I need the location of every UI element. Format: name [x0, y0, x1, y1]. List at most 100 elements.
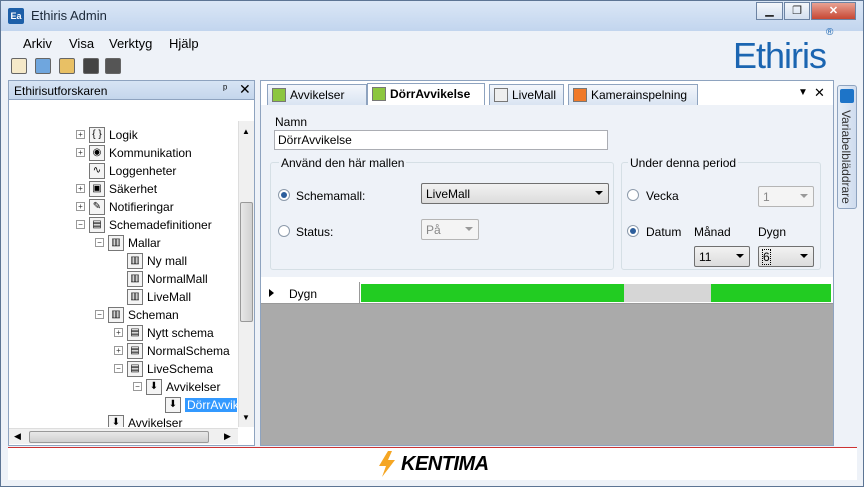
tree-node-label: Ny mall — [147, 254, 188, 268]
tab-dorravvikelse[interactable]: DörrAvvikelse — [367, 83, 485, 105]
date-label: Datum — [646, 225, 682, 239]
explorer-panel: Ethirisutforskaren ᵖ ✕ + { } Logik + ◉ Kommun… — [8, 80, 255, 446]
day-select[interactable]: 6 — [758, 246, 814, 267]
close-button[interactable]: ✕ — [811, 2, 856, 20]
month-select[interactable]: 11 — [694, 246, 750, 267]
tree-node-label: Avvikelser — [166, 380, 221, 394]
scroll-up-icon[interactable]: ▲ — [242, 127, 250, 136]
node-icon: ∿ — [89, 163, 105, 179]
tab-list-dropdown-icon[interactable]: ▼ — [798, 87, 808, 98]
expand-icon[interactable]: − — [114, 364, 123, 373]
kentima-logo: KENTIMA — [401, 453, 489, 475]
tree-node[interactable]: ⬇ DörrAvvik — [9, 396, 237, 414]
schedule-segment-off[interactable] — [624, 284, 712, 302]
tree-node[interactable]: ▥ LiveMall — [9, 288, 237, 306]
expand-icon[interactable]: + — [76, 184, 85, 193]
expand-icon[interactable]: − — [76, 220, 85, 229]
node-icon: ▤ — [127, 325, 143, 341]
expand-icon[interactable]: + — [76, 148, 85, 157]
name-input[interactable]: DörrAvvikelse — [274, 130, 608, 150]
maximize-button[interactable]: ❐ — [784, 2, 810, 20]
folder-open-icon[interactable] — [59, 58, 75, 74]
tree-node[interactable]: + { } Logik — [9, 126, 237, 144]
scroll-thumb[interactable] — [240, 202, 253, 322]
tree-node[interactable]: + ▤ Nytt schema — [9, 324, 237, 342]
tree-node-label: NormalMall — [147, 272, 208, 286]
pin-icon[interactable]: ᵖ — [223, 83, 227, 95]
tree-node-label: Scheman — [128, 308, 179, 322]
node-icon: ▥ — [108, 235, 124, 251]
menu-visa[interactable]: Visa — [69, 36, 94, 51]
save-all-icon[interactable] — [105, 58, 121, 74]
menu-verktyg[interactable]: Verktyg — [109, 36, 152, 51]
tree-node-label: Avvikelser — [128, 416, 183, 427]
close-tab-icon[interactable]: ✕ — [814, 85, 825, 101]
expand-icon[interactable]: + — [76, 202, 85, 211]
tree-node[interactable]: − ▤ LiveSchema — [9, 360, 237, 378]
tree-node[interactable]: − ▥ Mallar — [9, 234, 237, 252]
tree-node[interactable]: + ◉ Kommunikation — [9, 144, 237, 162]
settings-icon[interactable] — [35, 58, 51, 74]
expand-icon[interactable]: − — [133, 382, 142, 391]
scroll-left-icon[interactable]: ◀ — [14, 431, 21, 442]
node-icon: ▤ — [89, 217, 105, 233]
template-icon — [494, 88, 508, 102]
explorer-tree: + { } Logik + ◉ Kommunikation ∿ Loggenheter + ▣ Sä… — [9, 121, 237, 427]
node-icon: ⬇ — [108, 415, 124, 427]
variable-browser-tab[interactable]: Variabelbläddrare — [837, 85, 857, 209]
minimize-button[interactable]: ▁ — [756, 2, 783, 20]
tree-node[interactable]: − ▥ Scheman — [9, 306, 237, 324]
new-icon[interactable] — [11, 58, 27, 74]
window-title: Ethiris Admin — [31, 8, 107, 23]
variable-browser-label: Variabelbläddrare — [839, 110, 853, 204]
tree-node[interactable]: ∿ Loggenheter — [9, 162, 237, 180]
schedule-row-label: Dygn — [289, 287, 318, 301]
tab-kamerainspelning[interactable]: Kamerainspelning — [568, 84, 698, 105]
tab-avvikelser[interactable]: Avvikelser — [267, 84, 367, 105]
schedule-segment-on[interactable] — [361, 284, 625, 302]
scroll-down-icon[interactable]: ▼ — [242, 413, 250, 422]
close-icon[interactable]: ✕ — [239, 81, 251, 98]
scroll-right-icon[interactable]: ▶ — [224, 431, 231, 442]
tree-node-label: LiveSchema — [147, 362, 214, 376]
node-icon: { } — [89, 127, 105, 143]
status-radio[interactable] — [278, 225, 290, 237]
week-radio[interactable] — [627, 189, 639, 201]
app-window: Ea Ethiris Admin ▁ ❐ ✕ Arkiv Visa Verkty… — [0, 0, 864, 487]
horizontal-scrollbar[interactable]: ◀ ▶ — [9, 428, 238, 444]
tab-livemall[interactable]: LiveMall — [489, 84, 564, 105]
expand-icon[interactable]: − — [95, 238, 104, 247]
tree-node[interactable]: + ✎ Notifieringar — [9, 198, 237, 216]
expand-icon[interactable]: − — [95, 310, 104, 319]
row-expand-icon[interactable] — [269, 289, 274, 297]
tree-node[interactable]: + ▣ Säkerhet — [9, 180, 237, 198]
tree-node-label: DörrAvvik — [185, 398, 237, 412]
tree-node[interactable]: − ⬇ Avvikelser — [9, 378, 237, 396]
app-icon: Ea — [8, 8, 24, 24]
expand-icon[interactable]: + — [114, 328, 123, 337]
schedule-row[interactable]: Dygn — [261, 282, 833, 304]
tree-node-label: Nytt schema — [147, 326, 214, 340]
save-icon[interactable] — [83, 58, 99, 74]
hscroll-thumb[interactable] — [29, 431, 209, 443]
expand-icon[interactable]: + — [114, 346, 123, 355]
tree-node[interactable]: ▥ Ny mall — [9, 252, 237, 270]
schedule-timeline[interactable] — [361, 282, 831, 304]
date-radio[interactable] — [627, 225, 639, 237]
schedule-segment-on[interactable] — [711, 284, 831, 302]
status-select[interactable]: På — [421, 219, 479, 240]
menu-arkiv[interactable]: Arkiv — [23, 36, 52, 51]
menu-hjalp[interactable]: Hjälp — [169, 36, 199, 51]
vertical-scrollbar[interactable]: ▲ ▼ — [238, 121, 254, 427]
node-icon: ◉ — [89, 145, 105, 161]
week-select[interactable]: 1 — [758, 186, 814, 207]
schedule-template-radio[interactable] — [278, 189, 290, 201]
tree-node[interactable]: − ▤ Schemadefinitioner — [9, 216, 237, 234]
tree-node[interactable]: + ▤ NormalSchema — [9, 342, 237, 360]
ethiris-logo: Ethiris® — [733, 27, 833, 76]
expand-icon[interactable]: + — [76, 130, 85, 139]
tree-node[interactable]: ⬇ Avvikelser — [9, 414, 237, 427]
schedule-template-select[interactable]: LiveMall — [421, 183, 609, 204]
tree-node[interactable]: ▥ NormalMall — [9, 270, 237, 288]
node-icon: ▣ — [89, 181, 105, 197]
